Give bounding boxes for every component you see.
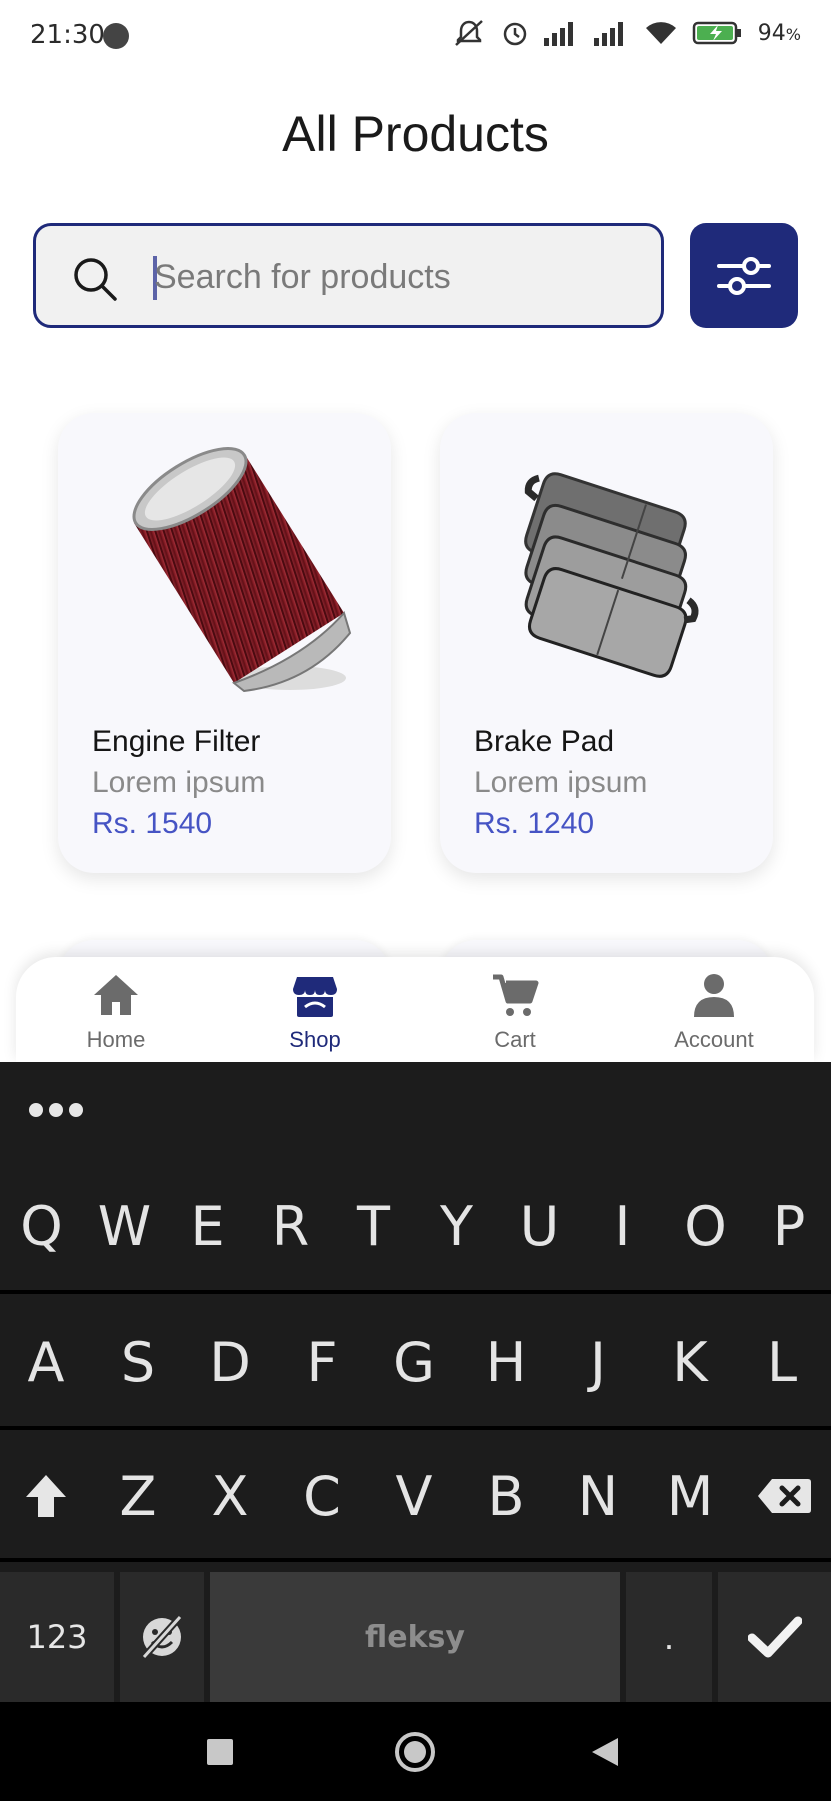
recents-button[interactable]: [180, 1702, 260, 1801]
keyboard-row-1: Q W E R T Y U I O P: [0, 1162, 831, 1294]
backspace-key[interactable]: [736, 1434, 831, 1558]
key-k[interactable]: K: [644, 1298, 736, 1426]
key-v[interactable]: V: [368, 1434, 460, 1558]
nav-label-shop: Shop: [289, 1027, 341, 1052]
key-l[interactable]: L: [736, 1298, 828, 1426]
key-e[interactable]: E: [166, 1162, 249, 1290]
shop-icon: [293, 977, 337, 1017]
keyboard-row-3: Z X C V B N M: [0, 1434, 831, 1562]
home-icon: [94, 975, 138, 1015]
nav-label-cart: Cart: [494, 1027, 536, 1052]
nav-label-home: Home: [86, 1027, 146, 1052]
brake-pad-image: [524, 472, 699, 678]
search-icon: [74, 258, 117, 301]
key-p[interactable]: P: [747, 1162, 831, 1290]
key-a[interactable]: A: [0, 1298, 92, 1426]
key-s[interactable]: S: [92, 1298, 184, 1426]
numbers-key[interactable]: 123: [0, 1572, 114, 1702]
battery-percent: 94%: [758, 21, 801, 46]
emoji-off-icon: [141, 1614, 183, 1660]
signal-icon: [543, 22, 573, 46]
nav-item-account[interactable]: Account: [634, 957, 794, 1062]
back-button[interactable]: [565, 1702, 645, 1801]
key-g[interactable]: G: [368, 1298, 460, 1426]
key-u[interactable]: U: [498, 1162, 581, 1290]
product-price: Rs. 1540: [92, 807, 213, 840]
nav-item-home[interactable]: Home: [36, 957, 196, 1062]
status-time: 21:30: [30, 20, 105, 50]
product-description: Lorem ipsum: [92, 766, 266, 799]
battery-charging-icon: [692, 21, 741, 45]
home-system-button[interactable]: [375, 1702, 455, 1801]
shift-key[interactable]: [0, 1434, 92, 1558]
key-w[interactable]: W: [83, 1162, 166, 1290]
product-card[interactable]: Engine Filter Lorem ipsum Rs. 1540: [58, 413, 391, 873]
home-circle-icon: [395, 1731, 435, 1772]
signal-icon: [593, 22, 623, 46]
nav-item-cart[interactable]: Cart: [435, 957, 595, 1062]
nav-item-shop[interactable]: Shop: [235, 957, 395, 1062]
recents-icon: [207, 1738, 233, 1765]
notification-icon: [103, 23, 129, 49]
product-name: Engine Filter: [92, 725, 261, 758]
battery-percent-value: 94: [757, 20, 786, 46]
back-triangle-icon: [592, 1737, 618, 1766]
keyboard-bottom-row: 123 fleksy .: [0, 1572, 831, 1702]
period-key[interactable]: .: [626, 1572, 712, 1702]
key-m[interactable]: M: [644, 1434, 736, 1558]
battery-percent-suffix: %: [785, 24, 801, 44]
wifi-icon: [645, 22, 676, 44]
key-j[interactable]: J: [552, 1298, 644, 1426]
key-q[interactable]: Q: [0, 1162, 83, 1290]
filter-button[interactable]: [690, 223, 798, 328]
key-i[interactable]: I: [581, 1162, 664, 1290]
account-icon: [694, 974, 734, 1017]
enter-key[interactable]: [718, 1572, 831, 1702]
key-d[interactable]: D: [184, 1298, 276, 1426]
key-h[interactable]: H: [460, 1298, 552, 1426]
key-r[interactable]: R: [249, 1162, 332, 1290]
key-b[interactable]: B: [460, 1434, 552, 1558]
product-name: Brake Pad: [474, 725, 615, 758]
more-options-icon[interactable]: [28, 1102, 84, 1118]
system-navigation-bar: [0, 1702, 831, 1801]
key-z[interactable]: Z: [92, 1434, 184, 1558]
emoji-key[interactable]: [120, 1572, 204, 1702]
shift-arrow-icon: [26, 1475, 66, 1517]
key-t[interactable]: T: [332, 1162, 415, 1290]
keyboard: Q W E R T Y U I O P A S D F G H J K L Z …: [0, 1062, 831, 1702]
cart-icon: [493, 974, 539, 1016]
search-input[interactable]: [154, 250, 634, 304]
status-bar: 21:30 94%: [0, 0, 831, 70]
alarm-icon: [503, 22, 527, 46]
checkmark-icon: [747, 1616, 802, 1658]
product-price: Rs. 1240: [474, 807, 595, 840]
backspace-icon: [757, 1479, 811, 1513]
page-title: All Products: [282, 106, 549, 162]
space-key[interactable]: fleksy: [210, 1572, 620, 1702]
nav-label-account: Account: [674, 1027, 754, 1052]
product-description: Lorem ipsum: [474, 766, 648, 799]
filter-sliders-icon: [717, 256, 771, 295]
status-icons: 94%: [452, 18, 801, 48]
key-n[interactable]: N: [552, 1434, 644, 1558]
key-x[interactable]: X: [184, 1434, 276, 1558]
key-y[interactable]: Y: [415, 1162, 498, 1290]
product-card[interactable]: Brake Pad Lorem ipsum Rs. 1240: [440, 413, 773, 873]
search-bar[interactable]: [33, 223, 664, 328]
key-f[interactable]: F: [276, 1298, 368, 1426]
engine-filter-image: [132, 447, 352, 693]
bottom-navigation: Home Shop Cart Account: [16, 957, 814, 1062]
mute-icon: [454, 20, 483, 46]
key-c[interactable]: C: [276, 1434, 368, 1558]
key-o[interactable]: O: [664, 1162, 747, 1290]
keyboard-row-2: A S D F G H J K L: [0, 1298, 831, 1430]
